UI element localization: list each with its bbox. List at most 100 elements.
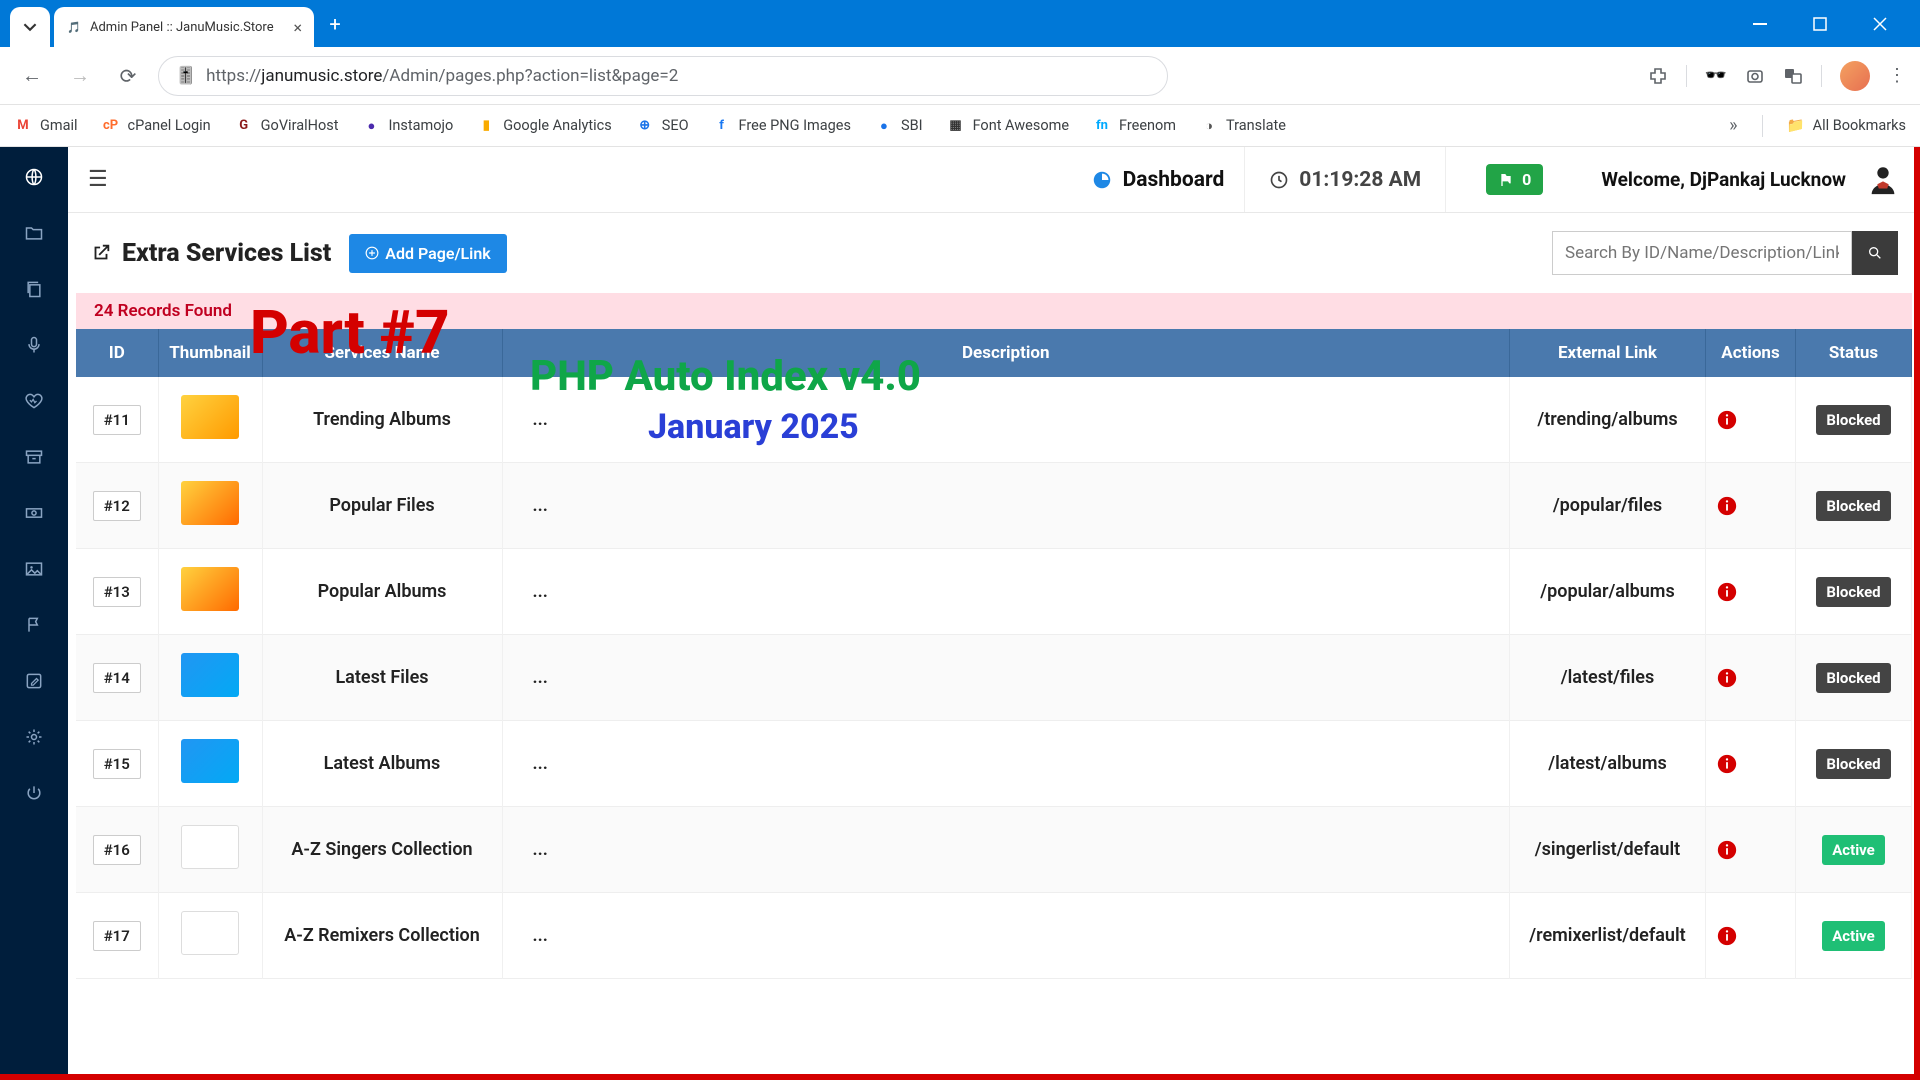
- thumbnail-image[interactable]: [181, 825, 239, 869]
- sidenav-archive-icon[interactable]: [24, 447, 44, 467]
- sidenav-globe-icon[interactable]: [24, 167, 44, 187]
- back-button[interactable]: ←: [14, 58, 50, 94]
- tab-search-button[interactable]: [10, 7, 50, 47]
- sidenav-heart-icon[interactable]: [24, 391, 44, 411]
- browser-tab-active[interactable]: 🎵 Admin Panel :: JanuMusic.Store ×: [54, 7, 314, 47]
- bookmark-item[interactable]: fFree PNG Images: [713, 117, 851, 135]
- bookmark-item[interactable]: fnFreenom: [1093, 117, 1176, 135]
- records-count-text: 24 Records Found: [94, 301, 232, 321]
- address-bar[interactable]: 🎚️ https:// janumusic.store /Admin/pages…: [158, 56, 1168, 96]
- dashboard-icon: [1091, 169, 1113, 191]
- th-actions[interactable]: Actions: [1706, 329, 1796, 377]
- info-icon[interactable]: [1716, 839, 1785, 861]
- status-badge[interactable]: Blocked: [1816, 577, 1890, 607]
- menu-icon[interactable]: ⋮: [1888, 65, 1906, 86]
- sidenav-gear-icon[interactable]: [24, 727, 44, 747]
- info-icon[interactable]: [1716, 495, 1785, 517]
- cell-external-link[interactable]: /popular/files: [1510, 463, 1706, 549]
- browser-toolbar: ← → ⟳ 🎚️ https:// janumusic.store /Admin…: [0, 47, 1920, 105]
- info-icon[interactable]: [1716, 925, 1785, 947]
- bookmark-item[interactable]: ⊕SEO: [636, 117, 689, 135]
- cell-description: ...: [502, 893, 1510, 979]
- translate-icon[interactable]: [1783, 66, 1803, 86]
- bookmark-item[interactable]: ◑Translate: [1200, 117, 1286, 135]
- overlay-title-label: PHP Auto Index v4.0: [530, 352, 921, 401]
- row-id-badge: #13: [93, 577, 141, 607]
- status-badge[interactable]: Blocked: [1816, 405, 1890, 435]
- status-badge[interactable]: Blocked: [1816, 663, 1890, 693]
- reload-button[interactable]: ⟳: [110, 58, 146, 94]
- page-title: Extra Services List: [90, 239, 331, 268]
- cell-external-link[interactable]: /latest/files: [1510, 635, 1706, 721]
- cell-external-link[interactable]: /singerlist/default: [1510, 807, 1706, 893]
- bookmark-icon: f: [713, 117, 731, 135]
- thumbnail-image[interactable]: [181, 653, 239, 697]
- bookmark-item[interactable]: GGoViralHost: [235, 117, 339, 135]
- sidenav-mic-icon[interactable]: [24, 335, 44, 355]
- bookmark-item[interactable]: ▮Google Analytics: [477, 117, 611, 135]
- th-thumbnail[interactable]: Thumbnail: [158, 329, 262, 377]
- bookmarks-overflow-button[interactable]: »: [1729, 115, 1737, 136]
- user-avatar-icon[interactable]: [1866, 163, 1900, 197]
- bookmark-item[interactable]: ●SBI: [875, 117, 923, 135]
- status-badge[interactable]: Blocked: [1816, 749, 1890, 779]
- bookmark-icon: M: [14, 117, 32, 135]
- th-status[interactable]: Status: [1796, 329, 1912, 377]
- info-icon[interactable]: [1716, 753, 1785, 775]
- info-icon[interactable]: [1716, 581, 1785, 603]
- forward-button[interactable]: →: [62, 58, 98, 94]
- cell-external-link[interactable]: /remixerlist/default: [1510, 893, 1706, 979]
- status-badge[interactable]: Active: [1822, 921, 1885, 951]
- notifications-badge[interactable]: 0: [1486, 164, 1543, 195]
- table-row: #14Latest Files.../latest/filesBlocked: [76, 635, 1912, 721]
- add-page-button[interactable]: Add Page/Link: [349, 234, 506, 273]
- thumbnail-image[interactable]: [181, 395, 239, 439]
- cell-external-link[interactable]: /trending/albums: [1510, 377, 1706, 463]
- cell-service-name: Latest Albums: [262, 721, 502, 807]
- cell-external-link[interactable]: /latest/albums: [1510, 721, 1706, 807]
- th-id[interactable]: ID: [76, 329, 158, 377]
- sidenav-copy-icon[interactable]: [24, 279, 44, 299]
- window-close-button[interactable]: [1850, 0, 1910, 47]
- th-external-link[interactable]: External Link: [1510, 329, 1706, 377]
- status-badge[interactable]: Active: [1822, 835, 1885, 865]
- all-bookmarks-button[interactable]: 📁All Bookmarks: [1787, 117, 1906, 134]
- profile-avatar[interactable]: [1840, 61, 1870, 91]
- cell-service-name: A-Z Remixers Collection: [262, 893, 502, 979]
- thumbnail-image[interactable]: [181, 567, 239, 611]
- bookmark-item[interactable]: ▦Font Awesome: [947, 117, 1069, 135]
- bookmark-item[interactable]: cPcPanel Login: [102, 117, 211, 135]
- info-icon[interactable]: [1716, 409, 1785, 431]
- sidenav-pencil-icon[interactable]: [24, 671, 44, 691]
- tab-close-button[interactable]: ×: [293, 18, 302, 37]
- search-input[interactable]: [1552, 231, 1852, 275]
- thumbnail-image[interactable]: [181, 739, 239, 783]
- row-id-badge: #16: [93, 835, 141, 865]
- extensions-icon[interactable]: [1648, 66, 1668, 86]
- dashboard-link[interactable]: Dashboard: [1091, 168, 1225, 192]
- window-maximize-button[interactable]: [1790, 0, 1850, 47]
- bookmark-item[interactable]: ●Instamojo: [362, 117, 453, 135]
- table-row: #11Trending Albums.../trending/albumsBlo…: [76, 377, 1912, 463]
- bookmark-item[interactable]: MGmail: [14, 117, 78, 135]
- lens-icon[interactable]: [1745, 66, 1765, 86]
- status-badge[interactable]: Blocked: [1816, 491, 1890, 521]
- sidenav-money-icon[interactable]: [24, 503, 44, 523]
- sidenav-folder-icon[interactable]: [24, 223, 44, 243]
- window-minimize-button[interactable]: [1730, 0, 1790, 47]
- cell-service-name: A-Z Singers Collection: [262, 807, 502, 893]
- info-icon[interactable]: [1716, 667, 1785, 689]
- thumbnail-image[interactable]: [181, 911, 239, 955]
- sidenav-power-icon[interactable]: [24, 783, 44, 803]
- hamburger-button[interactable]: ☰: [88, 167, 108, 192]
- site-info-icon[interactable]: 🎚️: [175, 66, 196, 86]
- cell-external-link[interactable]: /popular/albums: [1510, 549, 1706, 635]
- sidenav-image-icon[interactable]: [24, 559, 44, 579]
- welcome-text: Welcome, DjPankaj Lucknow: [1601, 168, 1846, 191]
- cell-description: ...: [502, 549, 1510, 635]
- new-tab-button[interactable]: +: [318, 7, 352, 41]
- sidenav-flag-icon[interactable]: [24, 615, 44, 635]
- search-button[interactable]: [1852, 231, 1898, 275]
- incognito-icon[interactable]: 🕶️: [1705, 65, 1727, 86]
- thumbnail-image[interactable]: [181, 481, 239, 525]
